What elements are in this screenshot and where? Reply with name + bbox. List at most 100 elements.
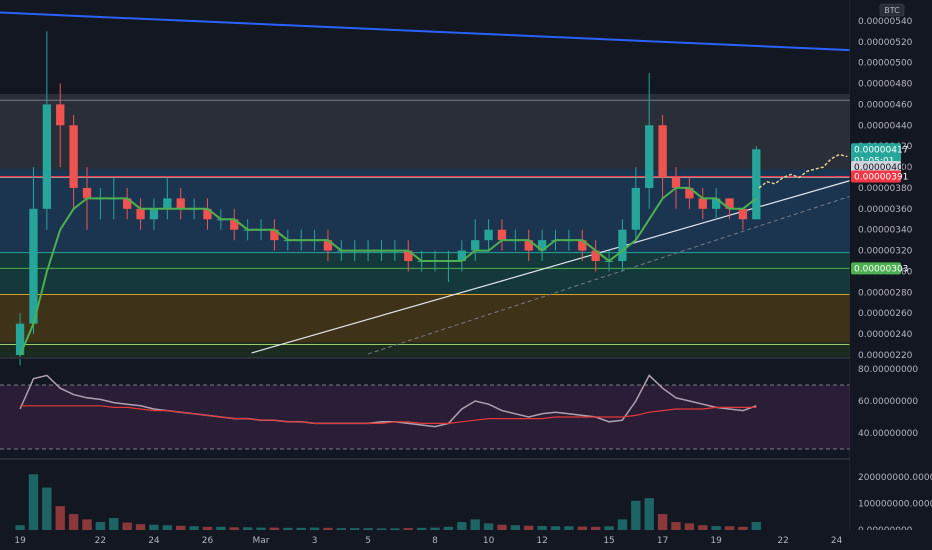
volume-bar xyxy=(671,522,681,530)
volume-bar xyxy=(296,527,306,530)
price-tick-label: 0.00000460 xyxy=(858,100,913,110)
volume-bar xyxy=(416,527,427,530)
volume-bar xyxy=(149,524,159,530)
volume-bar xyxy=(323,527,333,530)
volume-bar xyxy=(95,522,106,530)
candle-body xyxy=(752,149,761,220)
volume-bar xyxy=(510,525,521,530)
candle-body xyxy=(163,198,172,209)
volume-bar xyxy=(28,474,39,530)
candle-body xyxy=(497,229,507,241)
candle-body xyxy=(29,208,38,324)
volume-bar xyxy=(269,527,280,530)
volume-bar xyxy=(42,487,52,530)
price-pane[interactable] xyxy=(0,11,851,366)
volume-bar xyxy=(430,527,440,530)
price-chart[interactable]: 0.00000540 0.00000520 0.00000500 0.00000480… xyxy=(0,0,932,550)
time-tick-label: 19 xyxy=(710,536,722,546)
volume-tick-label: 200000000.00000000 xyxy=(858,473,932,483)
price-badge-value: 0.00000417 xyxy=(854,145,908,155)
zone xyxy=(0,93,850,170)
volume-bar xyxy=(15,525,25,530)
candle-body xyxy=(136,208,145,220)
candle-body xyxy=(176,198,185,209)
volume-bars xyxy=(15,474,761,530)
time-tick-label: 8 xyxy=(432,536,438,546)
candle-body xyxy=(698,198,707,209)
candle xyxy=(752,146,761,220)
rsi-band-background xyxy=(0,385,850,449)
price-tick-label: 0.00000280 xyxy=(858,288,913,298)
candle-body xyxy=(484,229,493,241)
volume-bar xyxy=(376,528,387,530)
volume-bar xyxy=(751,522,761,530)
price-tick-label: 0.00000380 xyxy=(858,184,913,194)
candle-body xyxy=(42,104,51,209)
price-tick-label: 0.00000520 xyxy=(858,38,913,48)
volume-bar xyxy=(524,525,534,530)
time-tick-label: 3 xyxy=(312,536,318,546)
volume-bar xyxy=(403,528,413,530)
time-tick-label: 12 xyxy=(536,536,547,546)
volume-bar xyxy=(55,506,65,530)
volume-bar xyxy=(604,526,614,530)
volume-bar xyxy=(283,527,293,530)
time-tick-label: 5 xyxy=(365,536,371,546)
rsi-tick-label: 40.00000000 xyxy=(858,429,918,439)
volume-bar xyxy=(350,528,360,530)
candle-body xyxy=(149,208,159,220)
volume-bar xyxy=(483,523,494,530)
price-badge: 0.00000391 xyxy=(851,170,908,183)
candle-body xyxy=(471,240,480,251)
time-tick-label: 26 xyxy=(202,536,214,546)
volume-bar xyxy=(644,498,654,530)
time-tick-label: 10 xyxy=(483,536,495,546)
time-tick-label: 24 xyxy=(148,536,160,546)
volume-tick-label: 100000000.00000000 xyxy=(858,499,932,509)
rsi-tick-label: 80.00000000 xyxy=(858,365,918,375)
rsi-pane[interactable] xyxy=(0,374,850,450)
time-axis[interactable]: 19 22 24 26 Mar 3 5 8 10 12 15 17 19 22 24 xyxy=(0,530,932,550)
candle-body xyxy=(69,125,78,188)
time-tick-label: 17 xyxy=(657,536,668,546)
volume-bar xyxy=(309,527,320,530)
candle-body xyxy=(645,125,654,188)
zones-layer xyxy=(0,93,850,358)
rsi-tick-label: 60.00000000 xyxy=(858,397,918,407)
price-badge-value: 0.00000303 xyxy=(854,264,908,274)
time-tick-label: Mar xyxy=(253,536,270,546)
price-badge: 0.00000303 xyxy=(851,262,908,275)
candle-body xyxy=(658,125,667,178)
volume-bar xyxy=(577,526,587,530)
volume-bar xyxy=(176,525,186,530)
price-axis[interactable]: 0.00000540 0.00000520 0.00000500 0.00000480… xyxy=(850,0,932,550)
volume-bar xyxy=(390,528,400,530)
volume-bar xyxy=(457,522,467,530)
candle xyxy=(42,31,51,230)
volume-bar xyxy=(497,524,507,530)
volume-bar xyxy=(122,522,132,530)
volume-bar xyxy=(617,519,628,530)
volume-bar xyxy=(68,514,79,530)
price-tick-label: 0.00000340 xyxy=(858,226,913,236)
volume-bar xyxy=(738,526,748,530)
candle-body xyxy=(82,187,92,199)
volume-bar xyxy=(109,518,119,530)
price-tick-label: 0.00000540 xyxy=(858,17,913,27)
volume-bar xyxy=(631,500,641,530)
volume-pane[interactable] xyxy=(15,474,761,530)
price-badge-value: 0.00000391 xyxy=(854,172,908,182)
currency-badge: BTC xyxy=(879,3,905,17)
volume-bar xyxy=(470,519,480,530)
volume-bar xyxy=(724,526,735,530)
volume-bar xyxy=(189,526,199,530)
price-tick-label: 0.00000480 xyxy=(858,80,913,90)
candle-body xyxy=(631,187,640,230)
time-tick-label: 24 xyxy=(831,536,843,546)
volume-bar xyxy=(363,528,373,530)
candle-body xyxy=(671,177,681,188)
volume-bar xyxy=(657,514,668,530)
currency-label: BTC xyxy=(884,6,900,15)
candle-body xyxy=(618,229,627,262)
time-tick-label: 22 xyxy=(95,536,106,546)
